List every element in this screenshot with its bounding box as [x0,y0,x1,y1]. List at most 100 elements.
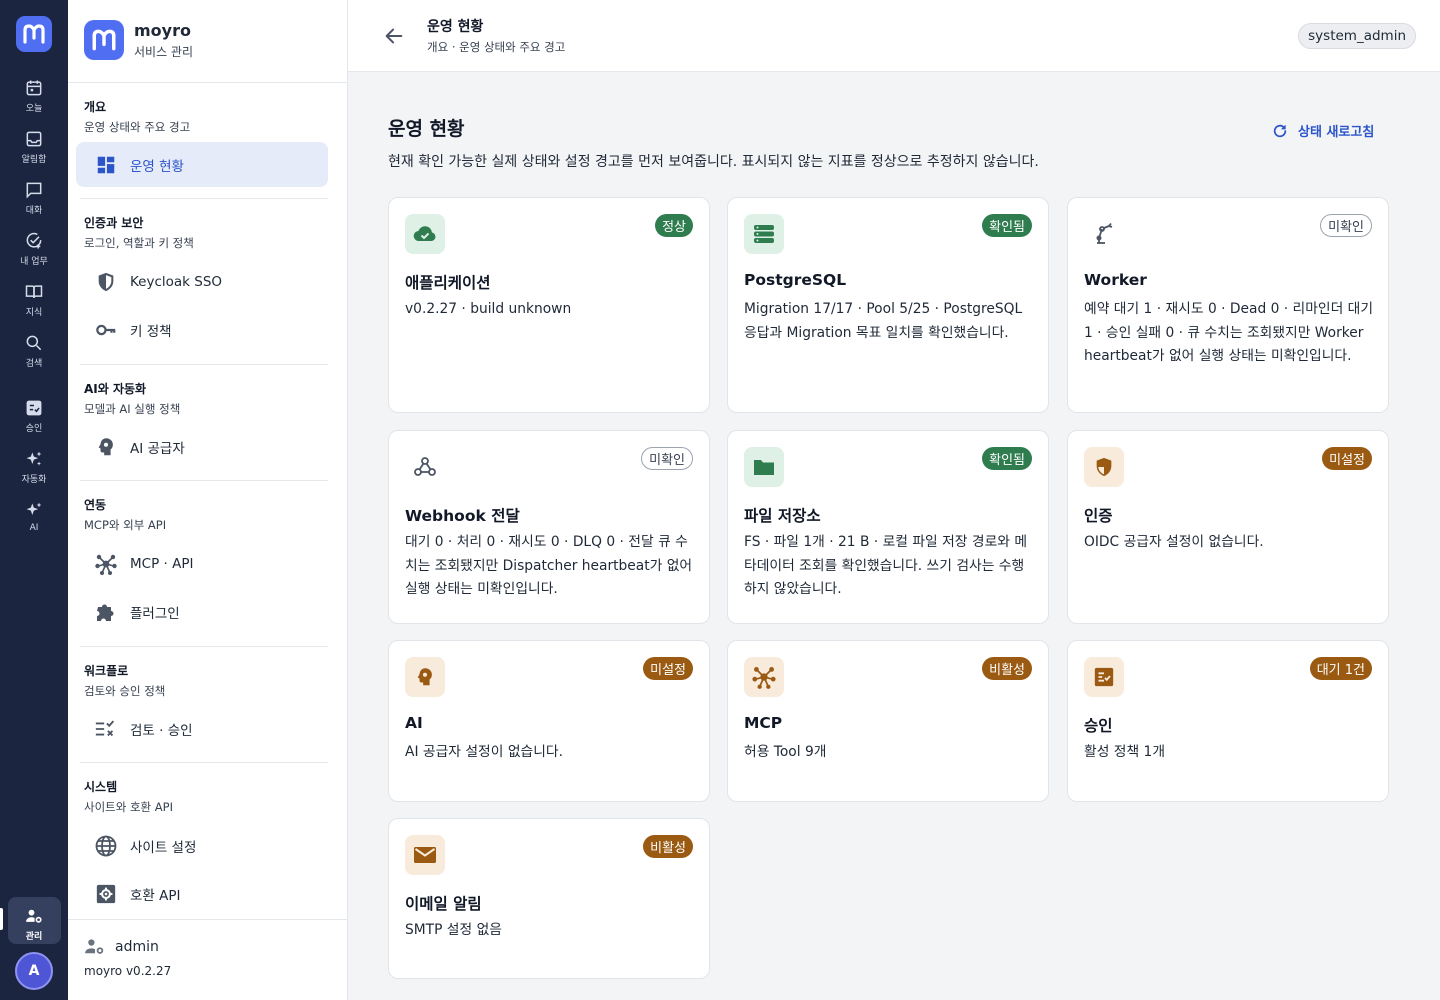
nav-item-operations-dashboard[interactable]: 운영 현황 [76,142,328,187]
nav-item-plugins[interactable]: 플러그인 [76,589,328,634]
brand-subtitle: 서비스 관리 [134,44,194,59]
inbox-icon [26,131,42,147]
section-overview: 개요 운영 상태와 주요 경고 [84,100,191,134]
nav-item-mcp-api[interactable]: MCP · API [76,541,328,586]
search-icon [26,335,42,351]
hub-icon [94,552,118,576]
chat-icon [26,182,42,199]
card-title: MCP [744,714,783,732]
status-badge: 정상 [655,214,693,237]
card-title: 파일 저장소 [744,507,821,525]
brand: moyro 서비스 관리 [84,20,193,60]
checklist-icon [94,717,118,741]
rail-item-ai[interactable]: AI [0,500,68,548]
refresh-status-button[interactable]: 상태 새로고침 [1272,121,1374,140]
nav-item-compat-api[interactable]: 호환 API [76,871,328,916]
rail-item-today[interactable]: 오늘 [0,78,68,126]
status-badge: 확인됨 [982,214,1032,237]
shield-half-icon [1084,447,1124,487]
status-card-postgresql: 확인됨 PostgreSQL Migration 17/17 · Pool 5/… [727,197,1049,413]
card-body: 활성 정책 1개 [1084,744,1166,760]
app-rail: 오늘 알림함 대화 내 업무 지식 검색 승인 자동화 AI 관리 A [0,0,68,1000]
mail-icon [405,835,445,875]
status-badge: 대기 1건 [1309,657,1372,680]
admin-gear-icon [26,909,42,923]
section-auth-security: 인증과 보안 로그인, 역할과 키 정책 [84,216,194,250]
nav-item-site-settings[interactable]: 사이트 설정 [76,823,328,868]
settings-box-icon [94,882,118,906]
status-card-email: 비활성 이메일 알림 SMTP 설정 없음 [388,818,710,979]
folder-icon [744,447,784,487]
card-title: Worker [1084,271,1147,289]
brand-name: moyro [134,20,191,40]
breadcrumb: 개요 · 운영 상태와 주요 경고 [427,40,566,54]
card-title: PostgreSQL [744,271,847,289]
card-title: 이메일 알림 [405,895,482,913]
nav-item-review-approval[interactable]: 검토 · 승인 [76,706,328,751]
robot-arm-icon [1084,214,1124,254]
rail-item-automation[interactable]: 자동화 [0,449,68,497]
rail-item-inbox[interactable]: 알림함 [0,129,68,177]
current-user[interactable]: admin [84,938,171,956]
rail-item-my-tasks[interactable]: 내 업무 [0,231,68,279]
card-body: 대기 0 · 처리 0 · 재시도 0 · DLQ 0 · 전달 큐 수치는 조… [405,534,693,597]
globe-icon [94,834,118,858]
webhook-icon [405,447,445,487]
rail-item-search[interactable]: 검색 [0,333,68,381]
status-badge: 미확인 [1320,214,1372,237]
card-body: FS · 파일 1개 · 21 B · 로컬 파일 저장 경로와 메타데이터 조… [744,534,1028,597]
dashboard-icon [94,153,118,177]
nav-item-key-policy[interactable]: 키 정책 [76,307,328,352]
moyro-logo-icon [92,29,116,51]
status-badge: 확인됨 [982,447,1032,470]
key-icon [94,318,118,342]
rail-item-chat[interactable]: 대화 [0,180,68,228]
puzzle-icon [94,600,118,624]
card-title: AI [405,714,423,732]
ai-head-icon [94,435,118,459]
status-badge: 미설정 [1322,447,1372,470]
back-button[interactable] [380,22,408,50]
divider [80,646,328,647]
card-title: 승인 [1084,717,1113,735]
status-badge: 비활성 [982,657,1032,680]
status-card-worker: 미확인 Worker 예약 대기 1 · 재시도 0 · Dead 0 · 리마… [1067,197,1389,413]
page-title: 운영 현황 [388,118,465,140]
rail-item-knowledge[interactable]: 지식 [0,282,68,330]
section-workflow: 워크플로 검토와 승인 정책 [84,664,166,698]
divider [80,364,328,365]
nav-item-keycloak-sso[interactable]: Keycloak SSO [76,259,328,304]
ai-head-icon [405,657,445,697]
approval-list-icon [1084,657,1124,697]
nav-item-ai-provider[interactable]: AI 공급자 [76,424,328,469]
top-header: 운영 현황 개요 · 운영 상태와 주요 경고 system_admin [348,0,1440,72]
role-badge: system_admin [1298,23,1416,49]
header-title: 운영 현황 [427,19,484,35]
section-system: 시스템 사이트와 호환 API [84,780,173,814]
status-card-application: 정상 애플리케이션 v0.2.27 · build unknown [388,197,710,413]
shield-icon [94,270,118,294]
section-integration: 연동 MCP와 외부 API [84,498,167,532]
moyro-logo-icon [23,24,45,44]
status-badge: 비활성 [643,835,693,858]
card-body: 허용 Tool 9개 [744,744,827,760]
card-title: 애플리케이션 [405,274,491,292]
rail-item-admin[interactable]: 관리 [0,906,68,954]
calendar-icon [26,80,42,96]
approval-icon [26,400,42,416]
ai-sparkle-icon [26,502,42,515]
book-icon [25,285,43,298]
user-avatar[interactable]: A [15,952,53,990]
task-check-icon [26,232,42,249]
card-body: AI 공급자 설정이 없습니다. [405,744,563,760]
status-card-file-storage: 확인됨 파일 저장소 FS · 파일 1개 · 21 B · 로컬 파일 저장 … [727,430,1049,624]
app-logo[interactable] [16,16,52,52]
database-icon [744,214,784,254]
page-description: 현재 확인 가능한 실제 상태와 설정 경고를 먼저 보여줍니다. 표시되지 않… [388,154,1039,170]
status-card-auth: 미설정 인증 OIDC 공급자 설정이 없습니다. [1067,430,1389,624]
sparkles-icon [26,451,42,466]
rail-item-approval[interactable]: 승인 [0,398,68,446]
status-badge: 미설정 [643,657,693,680]
divider [80,762,328,763]
card-body: OIDC 공급자 설정이 없습니다. [1084,534,1264,550]
